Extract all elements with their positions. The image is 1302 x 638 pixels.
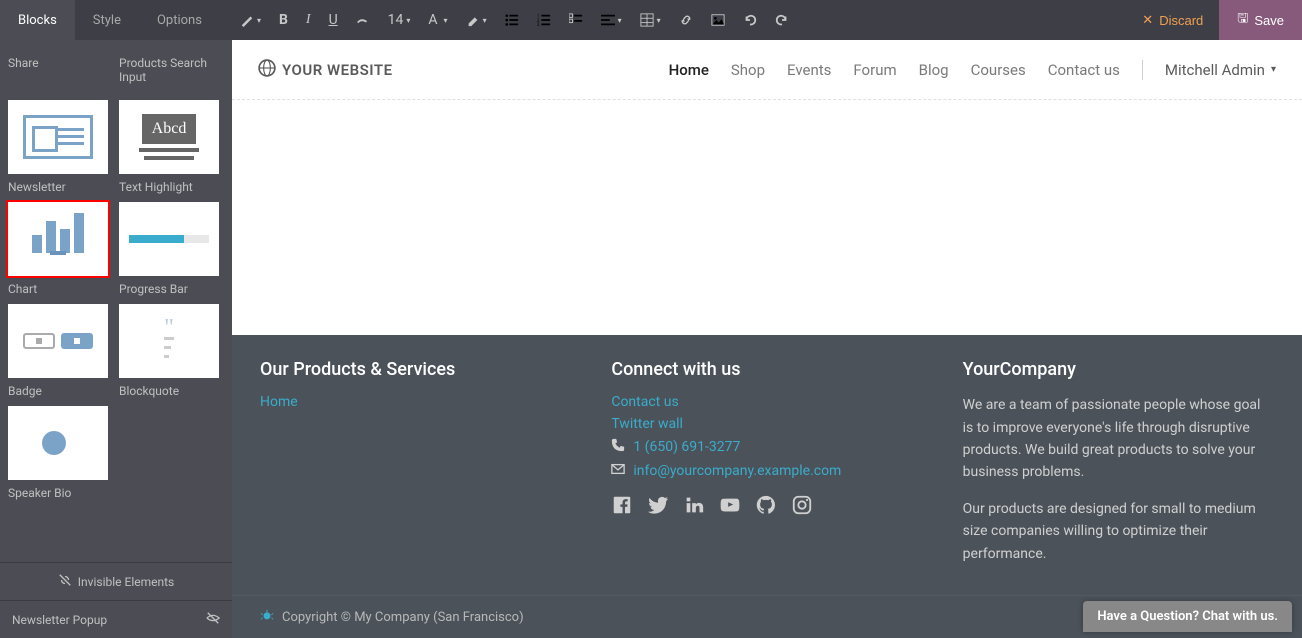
website-preview: YOUR WEBSITE Home Shop Events Forum Blog… (232, 40, 1302, 638)
youtube-icon[interactable] (719, 494, 741, 520)
block-text-highlight[interactable]: Abcd (119, 100, 219, 174)
newsletter-popup-toggle[interactable]: Newsletter Popup (0, 600, 232, 638)
facebook-icon[interactable] (611, 494, 633, 520)
invisible-elements-toggle[interactable]: Invisible Elements (0, 562, 232, 600)
image-icon[interactable] (711, 13, 725, 27)
redo-icon[interactable] (775, 13, 789, 27)
block-blockquote[interactable]: " (119, 304, 219, 378)
toolbar-actions: ✕Discard 🖫Save (1126, 0, 1302, 40)
save-icon: 🖫 (1237, 9, 1248, 31)
user-menu[interactable]: Mitchell Admin▾ (1165, 61, 1276, 79)
phone-icon (611, 438, 625, 456)
footer-company-title: YourCompany (963, 359, 1274, 380)
blocks-sidebar: Share Products Search Input Newsletter A… (0, 40, 232, 638)
nav-blog[interactable]: Blog (919, 61, 949, 79)
chevron-down-icon: ▾ (1271, 64, 1276, 75)
font-size[interactable]: 14▾ (388, 12, 411, 28)
globe-icon (258, 59, 276, 81)
nav-contact[interactable]: Contact us (1048, 61, 1120, 79)
table-icon[interactable]: ▾ (640, 13, 661, 27)
checklist-icon[interactable] (569, 13, 583, 27)
block-text-highlight-label: Text Highlight (119, 180, 224, 194)
footer-email-link[interactable]: info@yourcompany.example.com (633, 463, 841, 479)
align-icon[interactable]: ▾ (601, 13, 622, 27)
block-newsletter-label: Newsletter (8, 180, 113, 194)
nav-shop[interactable]: Shop (731, 61, 765, 79)
block-chart-label: Chart (8, 282, 113, 296)
footer-email: info@yourcompany.example.com (611, 462, 922, 480)
highlight-icon[interactable]: ▾ (466, 13, 487, 27)
block-blockquote-label: Blockquote (119, 384, 224, 398)
block-chart[interactable] (8, 202, 108, 276)
envelope-icon (611, 462, 625, 480)
italic-icon[interactable]: I (306, 12, 311, 28)
eye-slash-icon (206, 611, 220, 628)
eye-slash-icon (58, 573, 72, 590)
chat-widget[interactable]: Have a Question? Chat with us. (1083, 601, 1292, 632)
block-speaker-bio[interactable] (8, 406, 108, 480)
block-progress-bar-label: Progress Bar (119, 282, 224, 296)
nav-menu: Home Shop Events Forum Blog Courses Cont… (669, 60, 1276, 80)
list-ol-icon[interactable]: 123 (537, 13, 551, 27)
bug-icon[interactable] (260, 608, 274, 626)
top-toolbar: Blocks Style Options ▾ B I U 14▾ A▾ ▾ 12… (0, 0, 1302, 40)
sidebar-tabs: Blocks Style Options (0, 0, 220, 40)
footer-about-1: We are a team of passionate people whose… (963, 394, 1274, 484)
tab-style[interactable]: Style (75, 0, 139, 40)
nav-home[interactable]: Home (669, 61, 709, 79)
footer-connect-title: Connect with us (611, 359, 922, 380)
github-icon[interactable] (755, 494, 777, 520)
tab-blocks[interactable]: Blocks (0, 0, 75, 40)
twitter-icon[interactable] (647, 494, 669, 520)
nav-forum[interactable]: Forum (853, 61, 896, 79)
discard-button[interactable]: ✕Discard (1126, 0, 1219, 40)
link-icon[interactable] (679, 13, 693, 27)
block-speaker-bio-label: Speaker Bio (8, 486, 113, 500)
undo-icon[interactable] (743, 13, 757, 27)
site-header: YOUR WEBSITE Home Shop Events Forum Blog… (232, 40, 1302, 100)
nav-events[interactable]: Events (787, 61, 831, 79)
linkedin-icon[interactable] (683, 494, 705, 520)
footer-products-title: Our Products & Services (260, 359, 571, 380)
instagram-icon[interactable] (791, 494, 813, 520)
block-progress-bar[interactable] (119, 202, 219, 276)
footer-link-contact[interactable]: Contact us (611, 394, 922, 410)
list-ul-icon[interactable] (505, 13, 519, 27)
block-newsletter[interactable] (8, 100, 108, 174)
save-button[interactable]: 🖫Save (1219, 0, 1302, 40)
block-badge[interactable] (8, 304, 108, 378)
format-toolbar: ▾ B I U 14▾ A▾ ▾ 123 ▾ ▾ (220, 12, 1126, 28)
strikethrough-icon[interactable] (356, 13, 370, 27)
copyright-text: Copyright © My Company (San Francisco) (282, 610, 524, 625)
page-canvas[interactable] (232, 100, 1302, 335)
tab-options[interactable]: Options (139, 0, 220, 40)
bold-icon[interactable]: B (279, 12, 288, 28)
site-footer: Our Products & Services Home Connect wit… (232, 335, 1302, 595)
footer-about-2: Our products are designed for small to m… (963, 498, 1274, 565)
footer-link-twitter-wall[interactable]: Twitter wall (611, 416, 922, 432)
social-icons (611, 494, 922, 520)
nav-divider (1142, 60, 1143, 80)
svg-text:3: 3 (537, 23, 540, 27)
footer-phone: 1 (650) 691-3277 (611, 438, 922, 456)
site-logo[interactable]: YOUR WEBSITE (258, 59, 393, 81)
block-search-input[interactable]: Products Search Input (119, 56, 224, 84)
footer-phone-link[interactable]: 1 (650) 691-3277 (633, 439, 740, 455)
block-badge-label: Badge (8, 384, 113, 398)
underline-icon[interactable]: U (329, 12, 338, 28)
nav-courses[interactable]: Courses (971, 61, 1026, 79)
block-share[interactable]: Share (8, 56, 113, 70)
close-icon: ✕ (1142, 12, 1153, 28)
footer-link-home[interactable]: Home (260, 394, 571, 410)
magic-icon[interactable]: ▾ (240, 13, 261, 27)
font-color-icon[interactable]: A▾ (428, 12, 447, 28)
